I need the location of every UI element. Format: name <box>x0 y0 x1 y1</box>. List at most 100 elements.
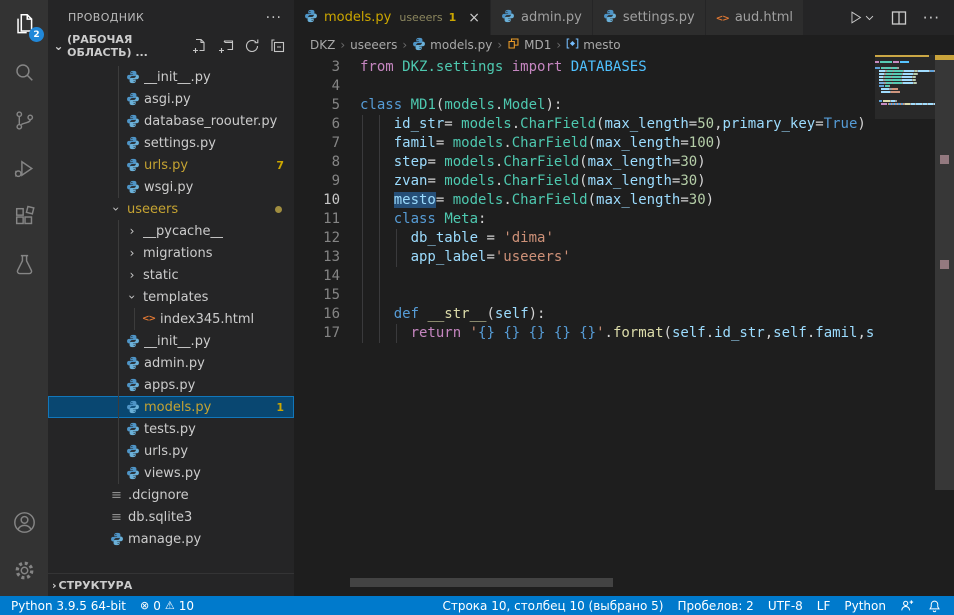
breadcrumb-item-mesto[interactable]: mesto <box>566 37 620 53</box>
tree-item-models.py[interactable]: models.py1 <box>48 396 294 418</box>
tree-item-manage.py[interactable]: manage.py <box>48 528 294 550</box>
feedback-icon[interactable] <box>893 599 921 613</box>
python-interpreter[interactable]: Python 3.9.5 64-bit <box>4 599 133 613</box>
tab-admin.py[interactable]: admin.py <box>491 0 593 35</box>
tree-item-.dcignore[interactable]: ≡.dcignore <box>48 484 294 506</box>
tree-item-views.py[interactable]: views.py <box>48 462 294 484</box>
line-number[interactable]: 15 <box>294 286 340 305</box>
settings-gear-icon[interactable] <box>0 546 48 594</box>
line-number[interactable]: 17 <box>294 324 340 343</box>
line-number[interactable]: 16 <box>294 305 340 324</box>
overview-ruler[interactable] <box>935 55 954 596</box>
minimap[interactable] <box>875 55 935 596</box>
horizontal-scrollbar[interactable] <box>350 578 613 587</box>
tree-item-urls.py[interactable]: urls.py7 <box>48 154 294 176</box>
line-number[interactable]: 9 <box>294 172 340 191</box>
tree-item-migrations[interactable]: ›migrations <box>48 242 294 264</box>
tree-item-database_roouter.py[interactable]: database_roouter.py <box>48 110 294 132</box>
code-line-5[interactable]: 5class MD1(models.Model): <box>294 96 954 115</box>
line-number[interactable]: 8 <box>294 153 340 172</box>
indent-guide <box>362 134 363 153</box>
tab-settings.py[interactable]: settings.py <box>593 0 706 35</box>
new-file-icon[interactable] <box>192 38 208 54</box>
code-line-11[interactable]: 11 class Meta: <box>294 210 954 229</box>
run-dropdown-icon[interactable] <box>864 12 875 23</box>
tree-item-settings.py[interactable]: settings.py <box>48 132 294 154</box>
code-line-8[interactable]: 8 step= models.CharField(max_length=30) <box>294 153 954 172</box>
source-control-icon[interactable] <box>0 96 48 144</box>
tab-aud.html[interactable]: <>aud.html <box>706 0 804 35</box>
tree-item-asgi.py[interactable]: asgi.py <box>48 88 294 110</box>
code-line-10[interactable]: 10 mesto= models.CharField(max_length=30… <box>294 191 954 210</box>
run-and-debug-icon[interactable] <box>0 144 48 192</box>
refresh-icon[interactable] <box>244 38 260 54</box>
code-line-7[interactable]: 7 famil= models.CharField(max_length=100… <box>294 134 954 153</box>
tree-item-urls.py[interactable]: urls.py <box>48 440 294 462</box>
line-number[interactable]: 12 <box>294 229 340 248</box>
tree-item-db.sqlite3[interactable]: ≡db.sqlite3 <box>48 506 294 528</box>
line-number[interactable]: 14 <box>294 267 340 286</box>
workspace-section-header[interactable]: ⌄ (РАБОЧАЯ ОБЛАСТЬ) ... <box>48 35 294 57</box>
collapse-all-icon[interactable] <box>270 38 286 54</box>
new-folder-icon[interactable] <box>218 38 234 54</box>
line-number[interactable]: 3 <box>294 58 340 77</box>
close-icon[interactable]: × <box>468 10 480 26</box>
code-line-15[interactable]: 15 <box>294 286 954 305</box>
breadcrumb-item-DKZ[interactable]: DKZ <box>310 38 335 52</box>
tree-item-__pycache__[interactable]: ›__pycache__ <box>48 220 294 242</box>
tree-item-__init__.py[interactable]: __init__.py <box>48 66 294 88</box>
code-line-17[interactable]: 17 return '{} {} {} {} {}'.format(self.i… <box>294 324 954 343</box>
tree-item-static[interactable]: ›static <box>48 264 294 286</box>
testing-icon[interactable] <box>0 240 48 288</box>
outline-section-header[interactable]: › СТРУКТУРА <box>48 573 294 596</box>
line-number[interactable]: 7 <box>294 134 340 153</box>
tree-item-useeers[interactable]: ›useeers <box>48 198 294 220</box>
explorer-icon[interactable]: 2 <box>0 0 48 48</box>
run-button[interactable] <box>847 9 875 26</box>
code-line-4[interactable]: 4 <box>294 77 954 96</box>
line-number[interactable]: 10 <box>294 191 340 210</box>
account-icon[interactable] <box>0 498 48 546</box>
vertical-scrollbar[interactable] <box>935 55 954 490</box>
code-line-13[interactable]: 13 app_label='useeers' <box>294 248 954 267</box>
search-icon[interactable] <box>0 48 48 96</box>
tree-item-admin.py[interactable]: admin.py <box>48 352 294 374</box>
code-editor[interactable]: 3from DKZ.settings import DATABASES45cla… <box>294 55 954 596</box>
line-number[interactable]: 13 <box>294 248 340 267</box>
minimap-slider[interactable] <box>875 55 935 119</box>
code-token: Model <box>503 97 545 113</box>
breadcrumb-item-models.py[interactable]: models.py <box>412 37 492 54</box>
encoding[interactable]: UTF-8 <box>761 599 810 613</box>
more-actions-button[interactable]: ··· <box>923 9 940 27</box>
line-number[interactable]: 11 <box>294 210 340 229</box>
line-number[interactable]: 6 <box>294 115 340 134</box>
eol[interactable]: LF <box>810 599 838 613</box>
code-line-12[interactable]: 12 db_table = 'dima' <box>294 229 954 248</box>
split-editor-button[interactable] <box>891 10 907 26</box>
tree-item-wsgi.py[interactable]: wsgi.py <box>48 176 294 198</box>
tree-item-__init__.py[interactable]: __init__.py <box>48 330 294 352</box>
tree-item-apps.py[interactable]: apps.py <box>48 374 294 396</box>
code-line-6[interactable]: 6 id_str= models.CharField(max_length=50… <box>294 115 954 134</box>
cursor-position[interactable]: Строка 10, столбец 10 (выбрано 5) <box>435 599 670 613</box>
line-number[interactable]: 4 <box>294 77 340 96</box>
code-token <box>394 59 402 75</box>
language-mode[interactable]: Python <box>837 599 893 613</box>
indentation[interactable]: Пробелов: 2 <box>670 599 760 613</box>
problems-indicator[interactable]: ⊗ 0 ⚠ 10 <box>133 599 201 613</box>
breadcrumb-item-useeers[interactable]: useeers <box>350 38 397 52</box>
code-line-14[interactable]: 14 <box>294 267 954 286</box>
code-line-16[interactable]: 16 def __str__(self): <box>294 305 954 324</box>
code-line-9[interactable]: 9 zvan= models.CharField(max_length=30) <box>294 172 954 191</box>
extensions-icon[interactable] <box>0 192 48 240</box>
tab-models.py[interactable]: models.pyuseeers1× <box>294 0 491 35</box>
code-token <box>360 154 394 170</box>
sidebar-more-actions-icon[interactable]: ··· <box>266 10 282 26</box>
tree-item-tests.py[interactable]: tests.py <box>48 418 294 440</box>
tree-item-templates[interactable]: ›templates <box>48 286 294 308</box>
notifications-bell-icon[interactable] <box>921 599 948 613</box>
line-number[interactable]: 5 <box>294 96 340 115</box>
code-line-3[interactable]: 3from DKZ.settings import DATABASES <box>294 58 954 77</box>
breadcrumb-item-MD1[interactable]: MD1 <box>507 37 551 53</box>
tree-item-index345.html[interactable]: <>index345.html <box>48 308 294 330</box>
